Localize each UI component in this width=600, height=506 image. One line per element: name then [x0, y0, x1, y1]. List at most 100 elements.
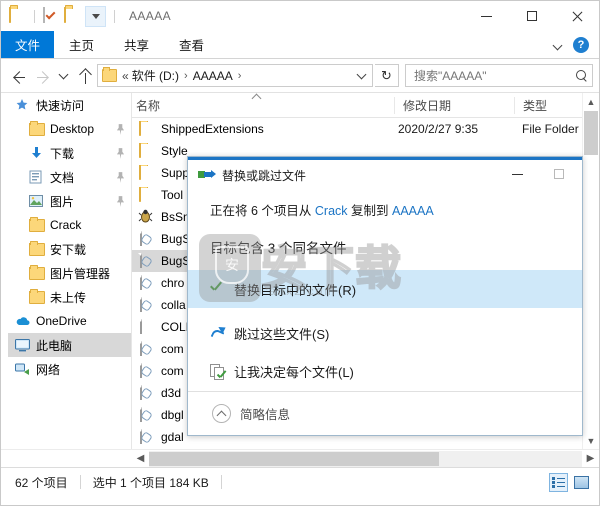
scroll-left-icon[interactable]: ◀ [132, 450, 149, 467]
sidebar-item-网络[interactable]: 网络 [1, 357, 131, 381]
sidebar-item-label: 文档 [50, 170, 75, 185]
breadcrumb-folder-icon [102, 67, 117, 82]
minimize-button[interactable] [464, 1, 509, 31]
hscroll-thumb[interactable] [149, 451, 439, 466]
nav-scrollbar[interactable] [1, 93, 8, 449]
scroll-thumb[interactable] [584, 111, 598, 155]
breadcrumb-item-0[interactable]: 软件 (D:) [132, 67, 179, 84]
tiles-view-icon[interactable] [572, 473, 591, 492]
sidebar-item-此电脑[interactable]: 此电脑 [1, 333, 131, 357]
maximize-button[interactable] [509, 1, 554, 31]
sidebar-item-label: 下载 [50, 146, 75, 161]
hscroll-track[interactable] [149, 450, 582, 467]
tab-share[interactable]: 共享 [109, 31, 164, 58]
sidebar-item-文档[interactable]: 文档 [1, 165, 131, 189]
file-name-label: gdal [161, 430, 184, 444]
file-name-label: Style [161, 144, 188, 158]
close-button[interactable] [554, 1, 599, 31]
search-placeholder: 搜索"AAAAA" [414, 69, 487, 83]
breadcrumb-dropdown-icon[interactable] [352, 65, 370, 86]
scroll-up-icon[interactable]: ▲ [583, 93, 599, 110]
sidebar-item-快速访问[interactable]: 快速访问 [1, 93, 131, 117]
sort-ascending-icon [252, 93, 262, 101]
file-name-label: com [161, 364, 184, 378]
sidebar-item-下载[interactable]: 下载 [1, 141, 131, 165]
column-headers: 名称 修改日期 类型 [132, 93, 599, 118]
folder-icon[interactable] [9, 6, 26, 25]
dialog-body: 正在将 6 个项目从 Crack 复制到 AAAAA 目标包含 3 个同名文件 … [188, 190, 582, 390]
download-icon [29, 146, 46, 160]
tab-home[interactable]: 主页 [54, 31, 109, 58]
file-name-cell: ShippedExtensions [132, 121, 394, 137]
recent-locations-icon[interactable] [55, 65, 71, 87]
tab-file[interactable]: 文件 [1, 31, 55, 58]
breadcrumb[interactable]: « 软件 (D:) › AAAAA › [97, 64, 373, 87]
toolbar-divider [34, 9, 35, 23]
file-name-label: COLI [161, 320, 190, 334]
bug-icon [138, 209, 154, 225]
breadcrumb-item-1[interactable]: AAAAA [193, 69, 233, 83]
option-skip[interactable]: 跳过这些文件(S) [188, 314, 582, 352]
sidebar-item-图片管理器[interactable]: 图片管理器 [1, 261, 131, 285]
toolbar-divider-2 [114, 9, 115, 23]
column-header-name[interactable]: 名称 [132, 97, 394, 114]
file-name-label: d3d [161, 386, 182, 400]
tab-view[interactable]: 查看 [164, 31, 219, 58]
chevron-down-icon[interactable] [553, 39, 565, 51]
details-view-icon[interactable] [549, 472, 568, 492]
forward-button[interactable] [31, 65, 53, 87]
folder-icon [29, 288, 46, 304]
file-icon [138, 407, 154, 423]
file-name-label: BsSn [161, 210, 190, 224]
file-icon [138, 231, 154, 247]
window-controls [464, 1, 599, 31]
breadcrumb-path: « 软件 (D:) › AAAAA › [122, 67, 246, 84]
option-decide[interactable]: 让我决定每个文件(L) [188, 352, 582, 390]
back-button[interactable] [7, 65, 29, 87]
sidebar-item-Desktop[interactable]: Desktop [1, 117, 131, 141]
pictures-icon [29, 195, 46, 207]
file-name-label: colla [161, 298, 186, 312]
scroll-down-icon[interactable]: ▼ [583, 432, 599, 449]
file-name-label: BugS [161, 254, 191, 268]
check-icon [210, 284, 234, 294]
chevron-up-circle-icon[interactable] [212, 404, 231, 423]
up-button[interactable] [73, 65, 95, 87]
more-details-label: 简略信息 [240, 408, 291, 422]
help-icon[interactable]: ? [573, 36, 589, 53]
properties-icon[interactable] [43, 6, 60, 25]
horizontal-scrollbar[interactable]: ◀ ▶ [1, 449, 599, 467]
view-toggle-group [549, 472, 591, 492]
new-folder-icon[interactable] [64, 6, 81, 25]
dialog-footer[interactable]: 简略信息 [188, 391, 582, 435]
copy-destination: AAAAA [391, 204, 434, 218]
replace-or-skip-dialog: 替换或跳过文件 正在将 6 个项目从 Crack 复制到 AAAAA 目标包含 … [187, 156, 583, 436]
customize-dropdown-icon[interactable] [85, 5, 106, 27]
explorer-window: AAAAA 文件 主页 共享 查看 ? « 软件 (D:) › AAAAA › … [0, 0, 600, 506]
sidebar-item-未上传[interactable]: 未上传 [1, 285, 131, 309]
onedrive-icon [15, 316, 32, 327]
option-replace[interactable]: 替换目标中的文件(R) [188, 270, 582, 308]
file-icon [138, 297, 154, 313]
search-input[interactable]: 搜索"AAAAA" [405, 64, 593, 87]
breadcrumb-overflow-icon[interactable]: « [122, 69, 129, 83]
sidebar-item-label: 图片 [50, 194, 75, 209]
dialog-minimize-button[interactable] [496, 160, 538, 188]
sidebar-item-安下载[interactable]: 安下载 [1, 237, 131, 261]
dialog-window-controls [496, 160, 580, 188]
refresh-button[interactable]: ↻ [375, 64, 399, 87]
column-header-type[interactable]: 类型 [514, 96, 584, 114]
breadcrumb-sep-1: › [237, 69, 242, 82]
sidebar-item-label: Crack [50, 218, 82, 232]
file-list-scrollbar[interactable]: ▲ ▼ [582, 93, 599, 449]
table-row[interactable]: glcards.dat2020/1/17 10:21DAT 文件 [132, 448, 599, 449]
file-name-label: ShippedExtensions [161, 122, 264, 136]
scroll-right-icon[interactable]: ▶ [582, 450, 599, 467]
sidebar-item-图片[interactable]: 图片 [1, 189, 131, 213]
column-header-date[interactable]: 修改日期 [394, 96, 514, 114]
table-row[interactable]: ShippedExtensions 2020/2/27 9:35 File Fold… [132, 118, 599, 140]
sidebar-item-Crack[interactable]: Crack [1, 213, 131, 237]
file-icon [138, 341, 154, 357]
sidebar-item-OneDrive[interactable]: OneDrive [1, 309, 131, 333]
dialog-maximize-button[interactable] [538, 160, 580, 188]
